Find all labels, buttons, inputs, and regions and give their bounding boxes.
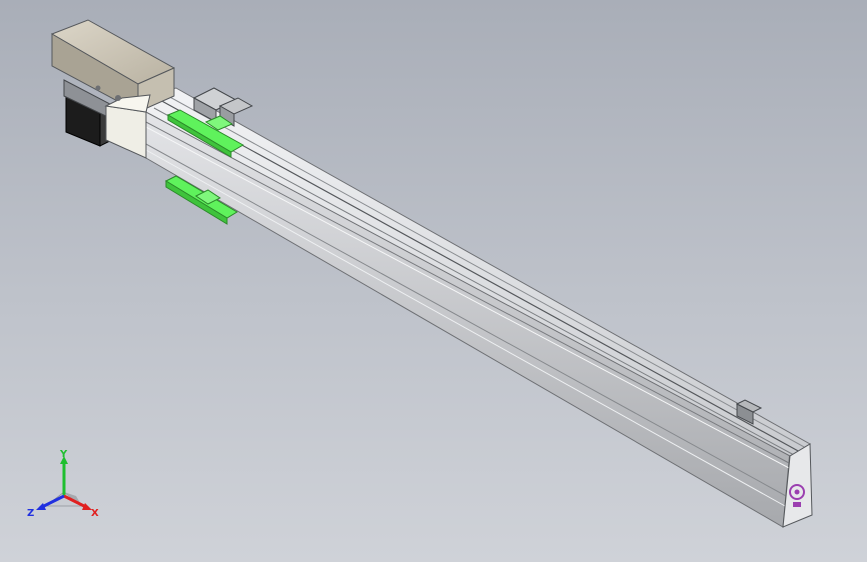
aluminium-profile[interactable] (145, 87, 813, 528)
profile-slot-3 (145, 143, 787, 497)
linear-actuator-model[interactable] (0, 0, 867, 562)
x-axis-label: X (91, 508, 99, 519)
y-axis-label: Y (59, 449, 68, 460)
profile-slot-2 (145, 126, 790, 469)
profile-groove-1 (159, 99, 801, 453)
profile-front-face (145, 111, 791, 528)
profile-groove-2 (167, 95, 807, 449)
z-axis-arrow-icon (36, 503, 46, 510)
profile-top-face (145, 87, 811, 457)
z-axis-label: Z (27, 508, 34, 519)
coupling-housing (105, 105, 147, 159)
cad-viewport[interactable]: Y X Z (0, 0, 867, 562)
profile-slot-1 (145, 121, 790, 464)
orientation-triad[interactable]: Y X Z (24, 448, 104, 524)
profile-slot-4 (145, 149, 786, 507)
profile-groove-3 (153, 107, 795, 456)
